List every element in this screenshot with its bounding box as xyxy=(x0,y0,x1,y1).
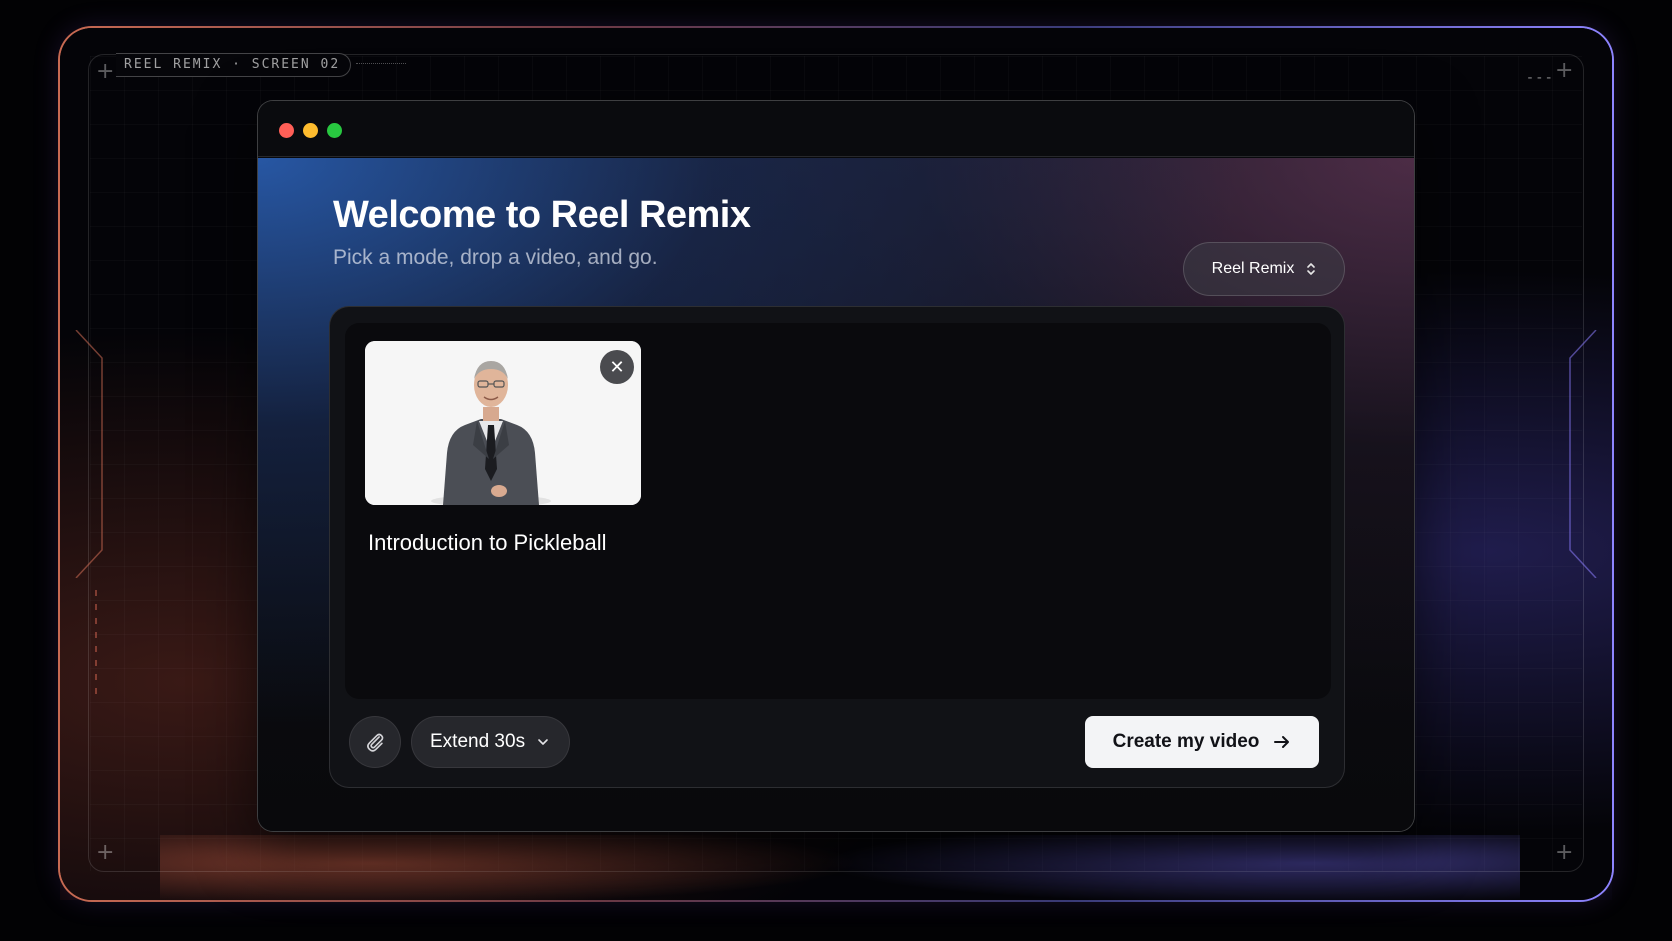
paperclip-icon xyxy=(367,733,384,752)
arrow-right-icon xyxy=(1274,736,1290,748)
remove-video-button[interactable]: ✕ xyxy=(600,350,634,384)
updown-chevron-icon xyxy=(1306,262,1316,276)
video-drop-area[interactable]: ✕ Introduction to Pickleball xyxy=(345,323,1331,699)
close-icon: ✕ xyxy=(609,356,625,378)
corner-plus-icon: + xyxy=(1555,840,1574,865)
side-notch-left-icon xyxy=(75,330,103,578)
corner-plus-icon: + xyxy=(96,840,115,865)
close-window-button[interactable] xyxy=(279,123,294,138)
video-thumbnail[interactable]: ✕ xyxy=(365,341,641,505)
corner-mark: --- xyxy=(1525,70,1554,86)
mode-dropdown-label: Extend 30s xyxy=(430,731,526,752)
mode-dropdown[interactable]: Extend 30s xyxy=(411,716,571,768)
window-content: Welcome to Reel Remix Pick a mode, drop … xyxy=(258,158,1414,831)
side-notch-right-icon xyxy=(1569,330,1597,578)
label-dotted-line xyxy=(356,63,406,64)
stage: + + + + REEL REMIX · SCREEN 02 --- Welco… xyxy=(0,0,1672,941)
chevron-down-icon xyxy=(538,739,548,745)
app-selector[interactable]: Reel Remix xyxy=(1183,242,1345,296)
composer-panel: ✕ Introduction to Pickleball Extend 30s xyxy=(329,306,1345,788)
page-subtitle: Pick a mode, drop a video, and go. xyxy=(333,246,658,269)
app-window: Welcome to Reel Remix Pick a mode, drop … xyxy=(257,100,1415,832)
corner-plus-icon: + xyxy=(1555,58,1574,83)
maximize-window-button[interactable] xyxy=(327,123,342,138)
window-titlebar xyxy=(258,101,1414,157)
minimize-window-button[interactable] xyxy=(303,123,318,138)
create-video-button[interactable]: Create my video xyxy=(1085,716,1319,768)
create-video-label: Create my video xyxy=(1112,731,1260,752)
screen-label: REEL REMIX · SCREEN 02 xyxy=(116,53,352,77)
video-title: Introduction to Pickleball xyxy=(368,530,607,555)
page-title: Welcome to Reel Remix xyxy=(333,194,751,236)
attach-button[interactable] xyxy=(349,716,401,768)
dashed-accent-left xyxy=(95,590,97,700)
corner-plus-icon: + xyxy=(96,59,115,84)
app-selector-label: Reel Remix xyxy=(1211,260,1295,277)
